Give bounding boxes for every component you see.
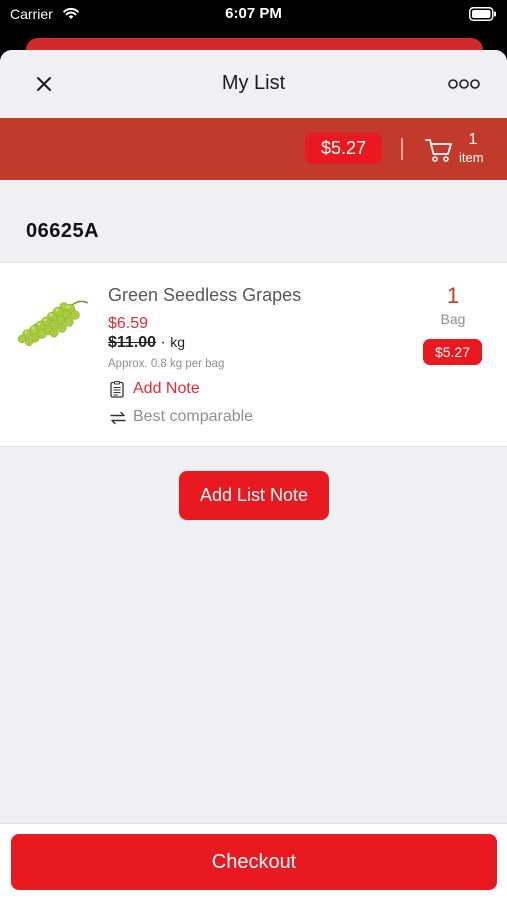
regular-price: $11.00 bbox=[108, 334, 157, 351]
product-image-grapes bbox=[17, 300, 89, 347]
sale-price: $6.59 bbox=[108, 315, 149, 332]
product-name[interactable]: Green Seedless Grapes bbox=[108, 285, 301, 306]
quantity-value[interactable]: 1 bbox=[423, 283, 483, 309]
note-icon bbox=[110, 381, 124, 398]
checkout-button[interactable]: Checkout bbox=[11, 834, 497, 890]
more-options-icon bbox=[448, 79, 480, 89]
status-bar: Carrier 6:07 PM bbox=[0, 0, 507, 30]
page-title: My List bbox=[221, 72, 286, 94]
status-time: 6:07 PM bbox=[225, 5, 282, 22]
cart-button[interactable]: 1 item bbox=[424, 131, 494, 168]
approx-weight-text: Approx. 0.8 kg per bag bbox=[108, 358, 225, 370]
price-separator: · bbox=[160, 334, 171, 351]
nav-header: My List bbox=[0, 50, 507, 118]
list-item[interactable]: Green Seedless Grapes $6.59 $11.00 · kg … bbox=[0, 262, 507, 447]
cart-count: 1 bbox=[468, 131, 478, 148]
battery-icon bbox=[469, 7, 496, 21]
list-total-badge: $5.27 bbox=[305, 133, 382, 164]
store-code: 06625A bbox=[26, 220, 100, 242]
line-total-badge: $5.27 bbox=[423, 339, 482, 365]
swap-arrows-icon bbox=[110, 411, 126, 425]
my-list-modal: My List $5.27 1 item 06625A Green Seedle… bbox=[0, 50, 507, 900]
regular-price-line: $11.00 · kg bbox=[108, 334, 185, 352]
add-note-label: Add Note bbox=[133, 380, 200, 397]
quantity-unit: Bag bbox=[440, 311, 466, 327]
add-list-note-button[interactable]: Add List Note bbox=[179, 471, 329, 520]
list-summary-bar: $5.27 1 item bbox=[0, 118, 507, 180]
summary-divider bbox=[401, 138, 403, 160]
checkout-footer: Checkout bbox=[0, 823, 507, 900]
more-options-button[interactable] bbox=[447, 74, 481, 94]
cart-icon bbox=[425, 139, 452, 162]
price-unit: kg bbox=[170, 334, 186, 350]
cart-count-label: item bbox=[459, 150, 484, 165]
best-comparable-label: Best comparable bbox=[133, 408, 254, 425]
